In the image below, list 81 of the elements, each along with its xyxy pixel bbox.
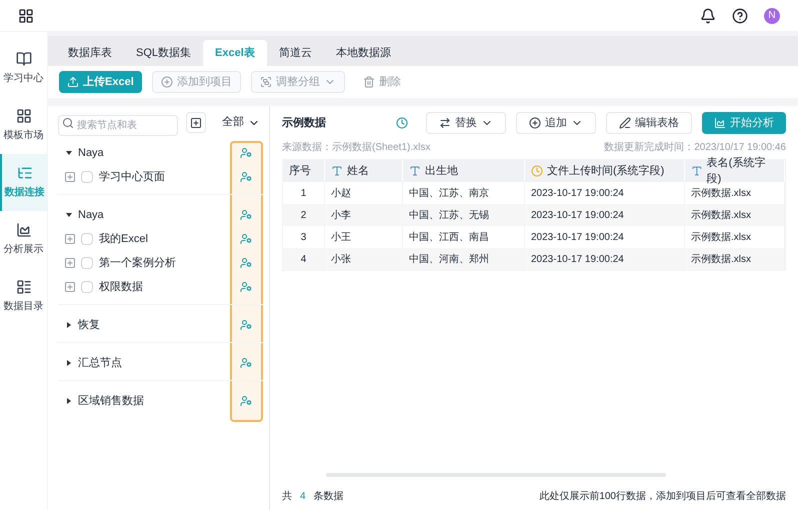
checkbox[interactable] [81,233,93,245]
user-settings-icon[interactable] [240,171,252,183]
table-cell: 示例数据.xlsx [685,248,785,270]
action-button[interactable]: 追加 [516,112,596,134]
user-settings-icon[interactable] [240,209,252,221]
checkbox[interactable] [81,257,93,269]
sidebar-item[interactable]: 学习中心 [0,40,47,97]
grid-icon [16,108,32,124]
expand-arrow-icon[interactable] [66,212,72,218]
book-icon [16,51,32,67]
bell-icon[interactable] [700,8,716,24]
group-label[interactable]: Naya [78,144,240,162]
trash-icon [362,76,375,88]
table-cell: 中国、河南、郑州 [403,248,525,270]
add-circle-icon [529,117,541,129]
user-settings-icon[interactable] [240,147,252,159]
expand-arrow-icon[interactable] [66,322,72,328]
pen-icon [619,117,631,129]
user-settings-icon[interactable] [240,319,252,331]
add-circle-icon [160,76,173,88]
text-type-icon [409,165,421,177]
expand-icon[interactable] [64,257,76,269]
sidebar-item[interactable]: 分析展示 [0,211,47,268]
total-label: 共 [282,490,292,504]
swap-icon [439,117,451,129]
total-label: 条数据 [314,490,344,504]
expand-icon[interactable] [64,233,76,245]
tab[interactable]: 本地数据源 [324,40,403,66]
search-icon [62,117,74,129]
user-avatar[interactable]: N [764,8,780,24]
expand-arrow-icon[interactable] [66,150,72,156]
sidebar-item[interactable]: 数据目录 [0,268,47,325]
tree-item[interactable]: 权限数据 [99,278,240,296]
group-label[interactable]: Naya [78,206,240,224]
upload-icon [67,76,79,88]
group-label[interactable]: 区域销售数据 [78,392,240,410]
expand-icon[interactable] [64,281,76,293]
help-icon[interactable] [732,8,748,24]
checkbox[interactable] [81,171,93,183]
user-settings-icon[interactable] [240,281,252,293]
chart-icon [714,117,726,129]
filter-dropdown[interactable]: 全部 [222,114,260,131]
user-settings-icon[interactable] [240,395,252,407]
list-icon [16,165,32,181]
sidebar-item[interactable]: 模板市场 [0,97,47,154]
search-field[interactable]: 搜索节点和表 [58,115,178,136]
tab[interactable]: SQL数据集 [124,40,204,66]
checkbox[interactable] [81,281,93,293]
tree-item[interactable]: 第一个案例分析 [99,254,240,272]
group-icon [260,76,272,88]
time-type-icon [531,165,543,177]
table-cell: 小张 [325,248,403,270]
update-time: 数据更新完成时间：2023/10/17 19:00:46 [604,140,786,155]
text-type-icon [691,165,703,177]
group-label[interactable]: 汇总节点 [78,354,240,372]
expand-icon[interactable] [64,171,76,183]
action-button[interactable]: 编辑表格 [606,112,692,134]
tab[interactable]: 简道云 [266,40,324,66]
source-text: 来源数据：示例数据(Sheet1).xlsx [282,140,430,155]
tab[interactable]: 数据库表 [56,40,124,66]
apps-icon[interactable] [18,8,34,24]
tree-item[interactable]: 我的Excel [99,230,240,248]
total-count: 4 [300,490,306,504]
table-cell: 2023-10-17 19:00:24 [525,248,685,270]
group-label[interactable]: 恢复 [78,316,240,334]
user-settings-icon[interactable] [240,357,252,369]
chart-icon [16,222,32,238]
add-node-button[interactable] [186,112,206,133]
table-cell: 4 [283,248,325,270]
footer-note: 此处仅展示前100行数据，添加到项目后可查看全部数据 [539,490,786,504]
action-button[interactable]: 替换 [426,112,506,134]
table-title: 示例数据 [282,116,327,131]
user-settings-icon[interactable] [240,257,252,269]
user-settings-icon[interactable] [240,233,252,245]
expand-arrow-icon[interactable] [66,360,72,366]
tree-item[interactable]: 学习中心页面 [99,168,240,186]
add-icon [190,116,202,128]
catalog-icon [16,279,32,295]
expand-arrow-icon[interactable] [66,398,72,404]
refresh-icon[interactable] [396,117,408,129]
text-type-icon [331,165,343,177]
